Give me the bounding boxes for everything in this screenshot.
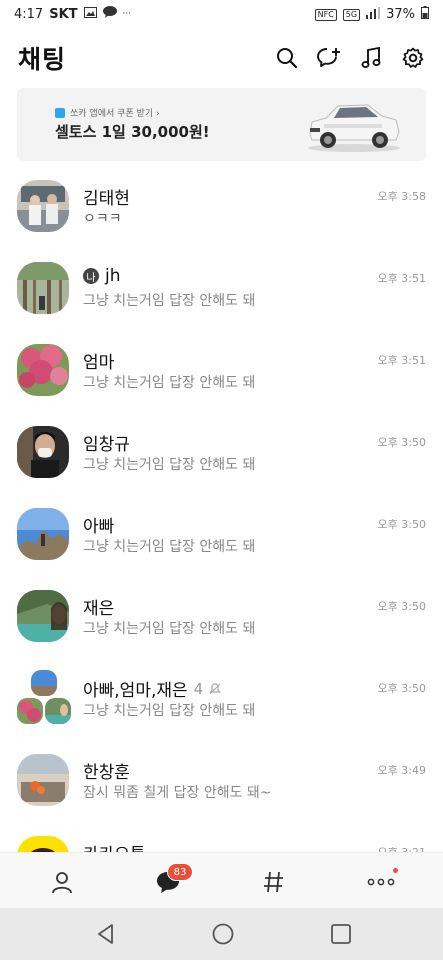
search-icon bbox=[277, 48, 298, 69]
chat-name: 아빠 bbox=[83, 512, 114, 537]
recents-button[interactable] bbox=[327, 920, 355, 948]
nfc-icon: NFC bbox=[314, 8, 337, 21]
chat-time: 오후 3:51 bbox=[377, 272, 426, 285]
chat-name: 김태현 bbox=[83, 184, 130, 209]
chat-preview: 그냥 치는거임 답장 안해도 돼 bbox=[83, 293, 256, 309]
chat-name-text: 아빠,엄마,재은 bbox=[83, 681, 188, 701]
system-nav-bar bbox=[0, 908, 443, 960]
battery-icon bbox=[421, 6, 429, 23]
chat-time: 오후 3:50 bbox=[377, 600, 426, 613]
back-icon bbox=[98, 924, 113, 944]
chat-row[interactable]: 임창규 그냥 치는거임 답장 안해도 돼 오후 3:50 bbox=[0, 414, 443, 496]
home-button[interactable] bbox=[209, 920, 237, 948]
chat-name: 엄마 bbox=[83, 348, 114, 373]
chat-name-text: jh bbox=[105, 266, 121, 286]
avatar bbox=[17, 426, 69, 478]
status-bar: 4:17 SKT ··· NFC 5G 37% bbox=[0, 0, 443, 28]
new-chat-icon bbox=[317, 48, 340, 67]
open-chat-icon bbox=[264, 871, 283, 893]
avatar bbox=[45, 698, 71, 724]
chat-name: 임창규 bbox=[83, 430, 130, 455]
group-avatar bbox=[17, 670, 71, 724]
nav-open-chat[interactable] bbox=[259, 867, 289, 897]
chat-time: 오후 3:49 bbox=[377, 764, 426, 777]
avatar bbox=[17, 754, 69, 806]
chat-name-text: 엄마 bbox=[83, 353, 115, 373]
chat-time: 오후 3:58 bbox=[377, 190, 426, 203]
chat-row[interactable]: 김태현 ㅇㅋㅋ 오후 3:58 bbox=[0, 168, 443, 250]
avatar bbox=[17, 698, 43, 724]
chat-row[interactable]: 엄마 그냥 치는거임 답장 안해도 돼 오후 3:51 bbox=[0, 332, 443, 414]
avatar bbox=[17, 180, 69, 232]
avatar bbox=[31, 670, 57, 696]
chat-time: 오후 3:50 bbox=[377, 518, 426, 531]
settings-button[interactable] bbox=[399, 44, 427, 72]
mute-icon bbox=[209, 682, 221, 694]
promo-banner[interactable]: 쏘카 앱에서 쿠폰 받기 › 셀토스 1일 30,000원! bbox=[17, 88, 426, 161]
chat-preview: ㅇㅋㅋ bbox=[83, 211, 122, 227]
avatar bbox=[17, 590, 69, 642]
chat-list: 김태현 ㅇㅋㅋ 오후 3:58 나 jh 그냥 치는거임 답장 안해도 돼 오후… bbox=[0, 168, 443, 906]
chat-name-text: 임창규 bbox=[83, 435, 130, 455]
battery-percent: 37% bbox=[386, 7, 415, 22]
bottom-nav: 83 bbox=[0, 852, 443, 909]
settings-icon bbox=[402, 47, 424, 68]
banner-subtitle-text: 쏘카 앱에서 쿠폰 받기 › bbox=[70, 109, 160, 119]
chat-name-text: 한창훈 bbox=[83, 763, 130, 783]
status-carrier: SKT bbox=[49, 6, 78, 22]
avatar bbox=[17, 344, 69, 396]
gallery-notification-icon bbox=[83, 6, 97, 22]
chat-name-text: 김태현 bbox=[83, 189, 130, 209]
chat-name: 한창훈 bbox=[83, 758, 130, 783]
more-icon bbox=[367, 878, 395, 886]
music-icon bbox=[361, 47, 381, 69]
chat-row[interactable]: 한창훈 잠시 뭐좀 칠게 답장 안해도 돼~ 오후 3:49 bbox=[0, 742, 443, 824]
chat-name: 재은 bbox=[83, 594, 114, 619]
recents-icon bbox=[331, 924, 351, 944]
chat-row[interactable]: 아빠 그냥 치는거임 답장 안해도 돼 오후 3:50 bbox=[0, 496, 443, 578]
status-time: 4:17 bbox=[14, 6, 44, 22]
chat-preview: 그냥 치는거임 답장 안해도 돼 bbox=[83, 375, 256, 391]
nav-friends[interactable] bbox=[47, 867, 77, 897]
chat-name-text: 아빠 bbox=[83, 517, 115, 537]
car-image bbox=[308, 104, 400, 152]
page-title: 채팅 bbox=[18, 45, 67, 74]
banner-title: 셀토스 1일 30,000원! bbox=[55, 123, 210, 141]
chat-preview: 그냥 치는거임 답장 안해도 돼 bbox=[83, 703, 256, 719]
chat-row[interactable]: 재은 그냥 치는거임 답장 안해도 돼 오후 3:50 bbox=[0, 578, 443, 660]
chat-time: 오후 3:50 bbox=[377, 436, 426, 449]
unread-count-badge: 83 bbox=[167, 863, 193, 881]
chat-name: 아빠,엄마,재은 4 bbox=[83, 676, 221, 701]
talk-notification-icon bbox=[102, 6, 117, 22]
chat-preview: 그냥 치는거임 답장 안해도 돼 bbox=[83, 457, 256, 473]
chat-time: 오후 3:50 bbox=[377, 682, 426, 695]
me-badge: 나 bbox=[83, 268, 99, 284]
chat-row[interactable]: 나 jh 그냥 치는거임 답장 안해도 돼 오후 3:51 bbox=[0, 250, 443, 332]
more-notifications-icon: ··· bbox=[122, 9, 132, 19]
chat-header: 채팅 bbox=[0, 30, 443, 86]
avatar bbox=[17, 262, 69, 314]
music-button[interactable] bbox=[357, 44, 385, 72]
network-type-icon: 5G bbox=[342, 8, 361, 21]
chat-row[interactable]: 아빠,엄마,재은 4 그냥 치는거임 답장 안해도 돼 오후 3:50 bbox=[0, 660, 443, 742]
friends-icon bbox=[52, 872, 72, 894]
chat-name: 나 jh bbox=[83, 266, 121, 286]
nav-more[interactable] bbox=[366, 867, 396, 897]
socar-logo-icon bbox=[55, 107, 65, 118]
chat-preview: 그냥 치는거임 답장 안해도 돼 bbox=[83, 621, 256, 637]
home-icon bbox=[212, 923, 234, 945]
chat-preview: 잠시 뭐좀 칠게 답장 안해도 돼~ bbox=[83, 785, 272, 801]
member-count: 4 bbox=[193, 679, 204, 698]
chat-time: 오후 3:51 bbox=[377, 354, 426, 367]
signal-icon bbox=[366, 6, 381, 23]
new-indicator-dot bbox=[393, 868, 398, 873]
chat-preview: 그냥 치는거임 답장 안해도 돼 bbox=[83, 539, 256, 555]
search-button[interactable] bbox=[273, 44, 301, 72]
avatar bbox=[17, 508, 69, 560]
new-chat-button[interactable] bbox=[315, 44, 343, 72]
banner-subtitle: 쏘카 앱에서 쿠폰 받기 › bbox=[55, 106, 160, 119]
back-button[interactable] bbox=[92, 920, 120, 948]
chat-name-text: 재은 bbox=[83, 599, 115, 619]
